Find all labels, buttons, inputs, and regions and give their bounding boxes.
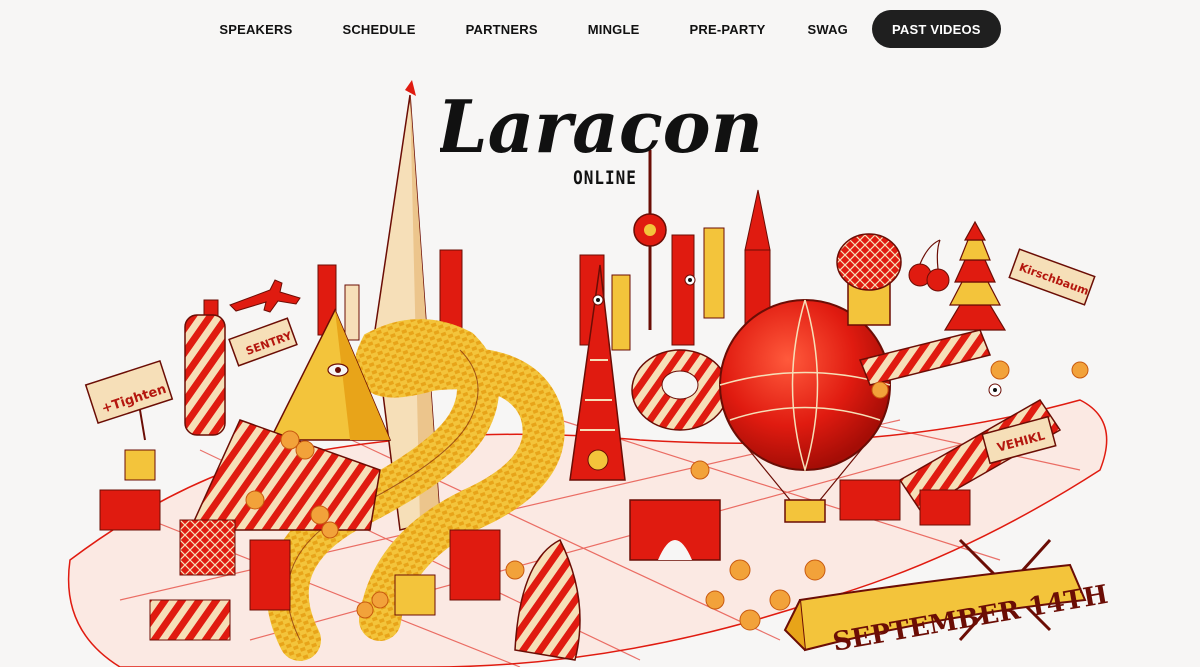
plane xyxy=(229,279,301,313)
striped-pipe-2 xyxy=(858,329,992,386)
logo-subtitle: ONLINE xyxy=(573,166,637,189)
sign-kirschbaum: Kirschbaum xyxy=(1008,248,1096,306)
pagoda xyxy=(943,220,1007,331)
sign-sentry: SENTRY xyxy=(228,317,298,367)
donut-building xyxy=(631,349,729,431)
sign-tighten: +Tighten xyxy=(84,359,174,441)
twisted-tower xyxy=(184,314,226,436)
arch-building xyxy=(629,499,721,561)
cherries xyxy=(908,239,950,292)
logo-wordmark: Laracon xyxy=(440,84,760,169)
